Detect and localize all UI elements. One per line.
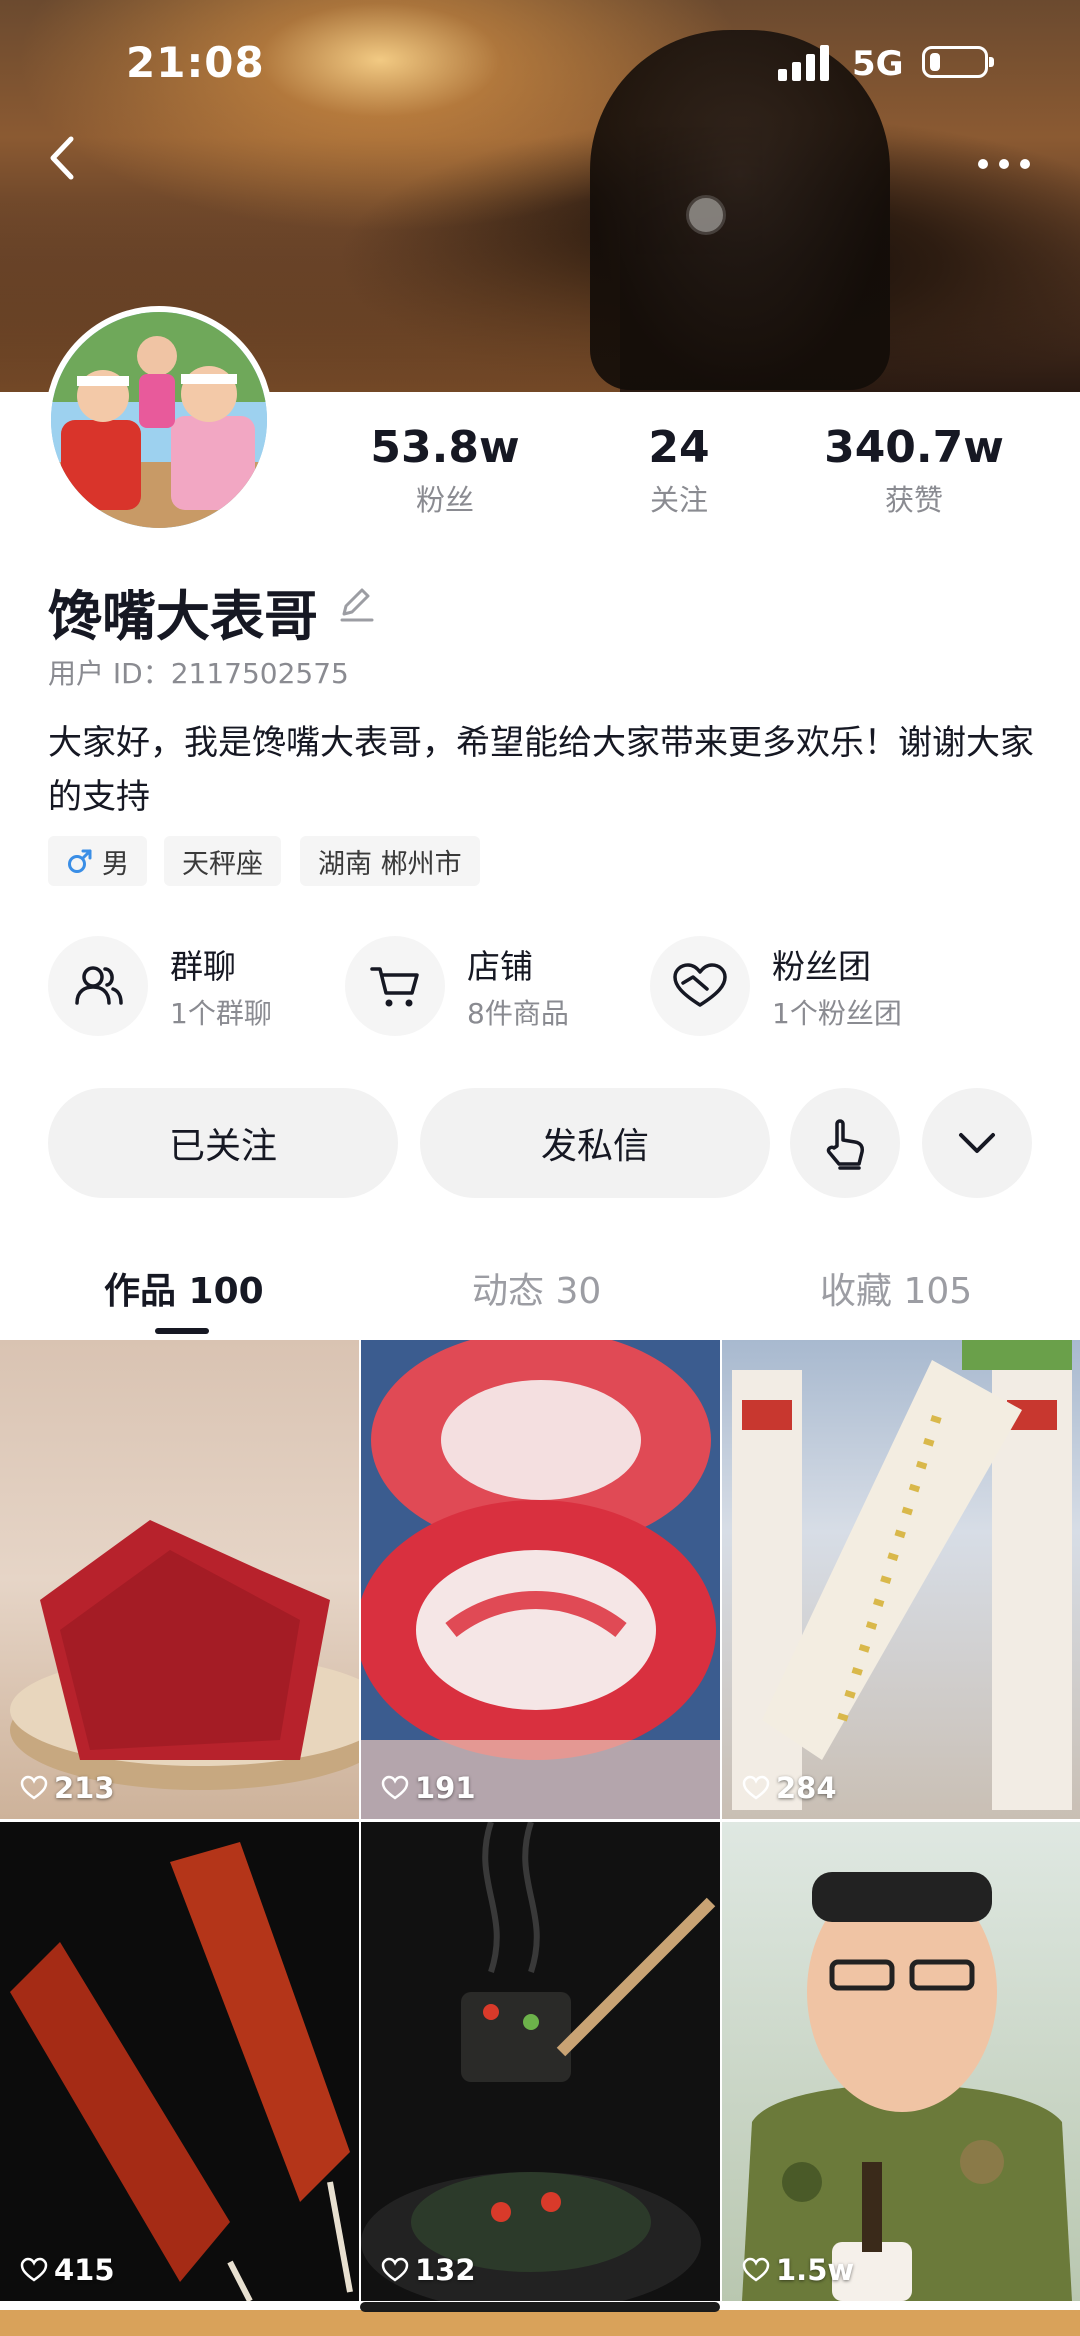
avatar[interactable] xyxy=(45,306,273,534)
video-likes: 132 xyxy=(381,2253,476,2287)
group-chat-title: 群聊 xyxy=(170,947,236,986)
video-likes-count: 284 xyxy=(776,1771,837,1805)
video-likes: 284 xyxy=(742,1771,837,1805)
video-likes-count: 213 xyxy=(54,1771,115,1805)
back-button[interactable] xyxy=(30,126,94,190)
more-horizontal-icon xyxy=(978,159,1030,169)
video-thumb-1[interactable]: 213 xyxy=(0,1340,359,1819)
thumb-image xyxy=(10,1520,359,1790)
video-likes-count: 191 xyxy=(415,1771,476,1805)
user-id: 用户 ID：2117502575 xyxy=(48,657,349,690)
fan-club-subtitle: 1个粉丝团 xyxy=(772,997,902,1030)
video-likes: 1.5w xyxy=(742,2253,854,2287)
video-likes: 213 xyxy=(20,1771,115,1805)
tag-location-label: 湖南 郴州市 xyxy=(318,848,462,880)
following-stat[interactable]: 24 关注 xyxy=(579,422,779,519)
group-chat-subtitle: 1个群聊 xyxy=(170,997,272,1030)
video-thumb-5[interactable]: 132 xyxy=(361,1822,720,2301)
followers-count: 53.8w xyxy=(370,422,520,473)
likes-label: 获赞 xyxy=(884,483,943,517)
likes-stat[interactable]: 340.7w 获赞 xyxy=(814,422,1014,519)
shop-subtitle: 8件商品 xyxy=(467,997,569,1030)
thumb-image xyxy=(361,1822,716,2301)
avatar-image xyxy=(51,312,267,528)
group-chat-entry[interactable]: 群聊 1个群聊 xyxy=(48,936,308,1036)
video-likes: 191 xyxy=(381,1771,476,1805)
heart-outline-icon xyxy=(20,1775,48,1800)
signal-icon xyxy=(778,45,834,81)
thumb-image xyxy=(732,1340,1072,1810)
video-thumb-6[interactable]: 1.5w xyxy=(722,1822,1080,2301)
send-message-button[interactable]: 发私信 xyxy=(420,1088,770,1198)
heart-outline-icon xyxy=(742,2257,770,2282)
profile-name: 馋嘴大表哥 xyxy=(48,585,318,648)
thumb-image xyxy=(10,1842,353,2301)
fan-club-entry[interactable]: 粉丝团 1个粉丝团 xyxy=(650,936,950,1036)
fan-club-heart-icon xyxy=(673,963,727,1007)
expand-button[interactable] xyxy=(922,1088,1032,1198)
thumb-image xyxy=(361,1340,720,1819)
home-indicator[interactable] xyxy=(360,2302,720,2312)
tag-location: 湖南 郴州市 xyxy=(300,836,480,886)
shop-title: 店铺 xyxy=(467,947,533,986)
video-likes-count: 415 xyxy=(54,2253,115,2287)
shop-entry[interactable]: 店铺 8件商品 xyxy=(345,936,605,1036)
video-thumb-3[interactable]: 284 xyxy=(722,1340,1080,1819)
heart-outline-icon xyxy=(381,1775,409,1800)
group-chat-icon xyxy=(75,966,123,1005)
followed-button[interactable]: 已关注 xyxy=(48,1088,398,1198)
network-type: 5G xyxy=(852,44,904,84)
video-likes: 415 xyxy=(20,2253,115,2287)
tab-underline xyxy=(155,1328,209,1334)
more-button[interactable] xyxy=(968,136,1040,192)
tap-hand-icon xyxy=(826,1119,864,1170)
fan-club-title: 粉丝团 xyxy=(772,947,871,986)
tag-gender-label: 男 xyxy=(102,848,129,880)
edit-pencil-icon[interactable] xyxy=(336,584,376,624)
video-likes-count: 132 xyxy=(415,2253,476,2287)
heart-outline-icon xyxy=(20,2257,48,2282)
followers-label: 粉丝 xyxy=(415,483,474,517)
likes-count: 340.7w xyxy=(824,422,1004,473)
followers-stat[interactable]: 53.8w 粉丝 xyxy=(345,422,545,519)
shopping-cart-icon xyxy=(370,967,419,1007)
next-row-peek xyxy=(0,2310,1080,2336)
tab-favorites[interactable]: 收藏 105 xyxy=(820,1262,972,1314)
tab-works[interactable]: 作品 100 xyxy=(104,1262,264,1314)
male-icon xyxy=(68,849,92,873)
profile-bio: 大家好，我是馋嘴大表哥，希望能给大家带来更多欢乐！谢谢大家的支持 xyxy=(48,723,1034,817)
video-thumb-4[interactable]: 415 xyxy=(0,1822,359,2301)
following-label: 关注 xyxy=(649,483,708,517)
chevron-left-icon xyxy=(50,136,74,180)
heart-outline-icon xyxy=(381,2257,409,2282)
tag-gender: 男 xyxy=(48,836,147,886)
video-thumb-2[interactable]: 191 xyxy=(361,1340,720,1819)
poke-button[interactable] xyxy=(790,1088,900,1198)
tab-posts[interactable]: 动态 30 xyxy=(472,1262,601,1314)
tag-zodiac-label: 天秤座 xyxy=(182,848,263,880)
tag-zodiac: 天秤座 xyxy=(164,836,281,886)
status-bar: 21:08 5G xyxy=(0,0,1080,120)
following-count: 24 xyxy=(648,422,710,473)
heart-outline-icon xyxy=(742,1775,770,1800)
video-grid: 213 191 284 415 132 1.5w xyxy=(0,1340,1080,2336)
video-likes-count: 1.5w xyxy=(776,2253,855,2287)
chevron-down-icon xyxy=(959,1133,995,1153)
battery-icon xyxy=(922,46,994,78)
status-time: 21:08 xyxy=(126,38,265,87)
thumb-image xyxy=(742,1872,1072,2301)
